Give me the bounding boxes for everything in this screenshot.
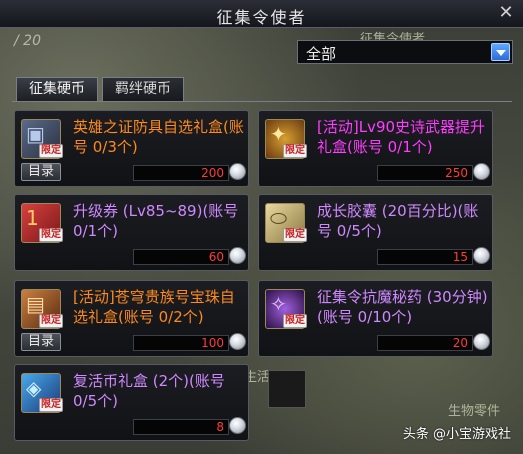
coin-icon xyxy=(229,247,246,264)
item-price: 8 xyxy=(216,420,224,434)
filter-dropdown[interactable]: 全部 xyxy=(297,40,513,64)
potion-icon: ✧ 限定 xyxy=(265,289,307,329)
catalog-button[interactable]: 目录 xyxy=(21,333,61,351)
orb-box-icon: ▤ 限定 xyxy=(21,289,63,329)
limited-badge: 限定 xyxy=(39,314,63,328)
shop-item-card[interactable]: 1 限定 升级券 (Lv85~89)(账号 0/1个) 60 xyxy=(14,194,249,271)
coin-icon xyxy=(473,333,490,350)
armor-box-icon: ▣ xyxy=(26,122,45,146)
item-name: [活动]Lv90史诗武器提升礼盒(账号 0/1个) xyxy=(317,118,486,156)
item-price: 60 xyxy=(208,250,224,264)
item-name: 征集令抗魔秘药 (30分钟)(账号 0/10个) xyxy=(317,288,488,326)
potion-icon: ✧ xyxy=(270,292,287,316)
tab-bond-coin[interactable]: 羁绊硬币 xyxy=(102,77,184,101)
limited-badge: 限定 xyxy=(39,228,63,242)
background-scene-text: 生物零件 xyxy=(448,404,501,419)
window-title: 征集令使者 xyxy=(216,8,307,27)
filter-selected-value: 全部 xyxy=(306,45,337,63)
limited-badge: 限定 xyxy=(39,398,63,412)
limited-badge: 限定 xyxy=(283,314,307,328)
item-price: 20 xyxy=(452,336,468,350)
coin-icon xyxy=(229,163,246,180)
level-hint: / 20 xyxy=(14,33,41,49)
orb-box-icon: ▤ xyxy=(26,292,45,316)
shop-item-card[interactable]: ✧ 限定 征集令抗魔秘药 (30分钟)(账号 0/10个) 20 xyxy=(258,280,493,357)
tab-recruit-coin[interactable]: 征集硬币 xyxy=(16,77,98,101)
coin-icon xyxy=(473,163,490,180)
limited-badge: 限定 xyxy=(39,144,63,158)
price-field: 60 xyxy=(133,249,229,265)
shop-item-card[interactable]: ▣ 限定 英雄之证防具自选礼盒(账号 0/3个) 目录 200 xyxy=(14,110,249,187)
price-field: 200 xyxy=(133,165,229,181)
price-field: 15 xyxy=(377,249,473,265)
shop-item-card[interactable]: ▤ 限定 [活动]苍穹贵族号宝珠自选礼盒(账号 0/2个) 目录 100 xyxy=(14,280,249,357)
empty-item-slot xyxy=(268,370,306,408)
item-name: 成长胶囊 (20百分比)(账号 0/5个) xyxy=(317,202,479,240)
level-ticket-icon: 1 xyxy=(26,206,39,230)
item-price: 200 xyxy=(201,166,224,180)
coin-icon xyxy=(229,417,246,434)
revive-coin-box-icon: ◈ 限定 xyxy=(21,373,63,413)
tab-divider xyxy=(12,101,512,102)
level-ticket-icon: 1 限定 xyxy=(21,203,63,243)
weapon-box-icon: ✦ 限定 xyxy=(265,119,307,159)
item-price: 15 xyxy=(452,250,468,264)
window-titlebar: 征集令使者 ✕ xyxy=(0,0,523,28)
price-field: 8 xyxy=(133,419,229,435)
coin-icon xyxy=(229,333,246,350)
chevron-down-icon[interactable] xyxy=(491,43,510,61)
armor-box-icon: ▣ 限定 xyxy=(21,119,63,159)
price-field: 20 xyxy=(377,335,473,351)
catalog-button[interactable]: 目录 xyxy=(21,163,61,181)
item-price: 250 xyxy=(445,166,468,180)
revive-coin-box-icon: ◈ xyxy=(26,376,42,400)
limited-badge: 限定 xyxy=(283,228,307,242)
item-name: 复活币礼盒 (2个)(账号 0/5个) xyxy=(73,372,225,410)
item-name: 英雄之证防具自选礼盒(账号 0/3个) xyxy=(73,118,244,156)
item-name: 升级券 (Lv85~89)(账号 0/1个) xyxy=(73,202,239,240)
growth-capsule-icon: ⬭ 限定 xyxy=(265,203,307,243)
shop-item-card[interactable]: ⬭ 限定 成长胶囊 (20百分比)(账号 0/5个) 15 xyxy=(258,194,493,271)
coin-icon xyxy=(473,247,490,264)
watermark: 头条 @小宝游戏社 xyxy=(402,427,511,442)
item-price: 100 xyxy=(201,336,224,350)
shop-item-card[interactable]: ◈ 限定 复活币礼盒 (2个)(账号 0/5个) 8 xyxy=(14,364,249,441)
close-icon[interactable]: ✕ xyxy=(497,4,515,22)
limited-badge: 限定 xyxy=(283,144,307,158)
item-name: [活动]苍穹贵族号宝珠自选礼盒(账号 0/2个) xyxy=(73,288,235,326)
price-field: 100 xyxy=(133,335,229,351)
growth-capsule-icon: ⬭ xyxy=(270,206,288,230)
price-field: 250 xyxy=(377,165,473,181)
weapon-box-icon: ✦ xyxy=(270,122,287,146)
shop-item-card[interactable]: ✦ 限定 [活动]Lv90史诗武器提升礼盒(账号 0/1个) 250 xyxy=(258,110,493,187)
